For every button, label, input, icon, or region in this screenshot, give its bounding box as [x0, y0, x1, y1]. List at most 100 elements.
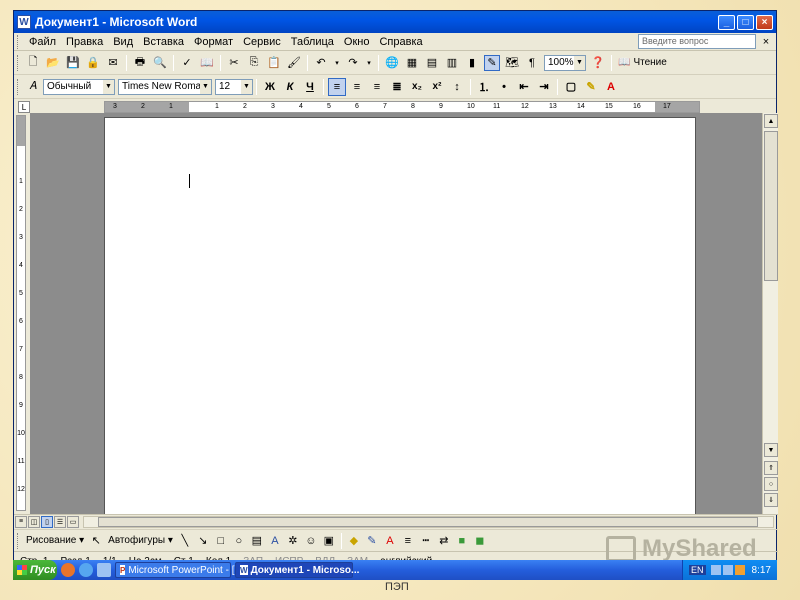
insert-excel-icon[interactable]: ▥ — [444, 55, 460, 71]
taskbar-powerpoint[interactable]: P Microsoft PowerPoint - [... — [115, 562, 243, 578]
arrow-tool-icon[interactable]: ↘ — [195, 533, 211, 549]
show-hide-icon[interactable]: ¶ — [524, 55, 540, 71]
select-objects-icon[interactable]: ↖ — [88, 533, 104, 549]
document-page[interactable] — [104, 117, 696, 514]
rectangle-tool-icon[interactable]: □ — [213, 533, 229, 549]
volume-icon[interactable] — [722, 565, 733, 575]
scroll-down-icon[interactable]: ▼ — [764, 443, 778, 457]
subscript-icon[interactable]: x₂ — [408, 78, 426, 96]
menu-grip[interactable] — [17, 34, 20, 49]
language-indicator[interactable]: EN — [689, 565, 706, 575]
justify-icon[interactable]: ≣ — [388, 78, 406, 96]
chevron-down-icon[interactable]: ▼ — [103, 79, 114, 94]
ask-question-input[interactable]: Введите вопрос — [638, 34, 756, 49]
network-icon[interactable] — [710, 565, 721, 575]
chevron-down-icon[interactable]: ▼ — [574, 55, 585, 70]
shadow-icon[interactable]: ■ — [454, 533, 470, 549]
arrow-style-icon[interactable]: ⇄ — [436, 533, 452, 549]
print-icon[interactable]: 🖶 — [132, 55, 148, 71]
insert-table-icon[interactable]: ▤ — [424, 55, 440, 71]
previous-page-icon[interactable]: ⇑ — [764, 461, 778, 475]
desktop-quicklaunch-icon[interactable] — [97, 563, 111, 577]
toolbar-grip[interactable] — [17, 78, 20, 95]
font-size-select[interactable]: 12 ▼ — [215, 78, 253, 95]
font-color-icon[interactable]: A — [602, 78, 620, 96]
highlight-icon[interactable]: ✎ — [582, 78, 600, 96]
research-icon[interactable]: 📖 — [199, 55, 215, 71]
paste-icon[interactable]: 📋 — [266, 55, 282, 71]
line-tool-icon[interactable]: ╲ — [177, 533, 193, 549]
maximize-button[interactable]: □ — [737, 14, 754, 30]
ie-quicklaunch-icon[interactable] — [79, 563, 93, 577]
next-page-icon[interactable]: ⇓ — [764, 493, 778, 507]
fill-color-icon[interactable]: ◆ — [346, 533, 362, 549]
line-color-icon[interactable]: ✎ — [364, 533, 380, 549]
dash-style-icon[interactable]: ┅ — [418, 533, 434, 549]
spelling-icon[interactable]: ✓ — [179, 55, 195, 71]
font-color-icon[interactable]: A — [382, 533, 398, 549]
line-style-icon[interactable]: ≡ — [400, 533, 416, 549]
horizontal-scrollbar[interactable] — [83, 515, 774, 528]
italic-button[interactable]: К — [281, 78, 299, 96]
permission-icon[interactable]: 🔒 — [85, 55, 101, 71]
reading-mode-button[interactable]: 📖 Чтение — [615, 57, 670, 68]
horizontal-scroll-thumb[interactable] — [98, 516, 758, 527]
superscript-icon[interactable]: x² — [428, 78, 446, 96]
underline-button[interactable]: Ч — [301, 78, 319, 96]
numbering-icon[interactable]: ⒈ — [475, 78, 493, 96]
undo-dropdown-icon[interactable]: ▾ — [333, 55, 341, 71]
menu-table[interactable]: Таблица — [286, 35, 339, 49]
align-right-icon[interactable]: ≡ — [368, 78, 386, 96]
start-button[interactable]: Пуск — [13, 560, 57, 580]
toolbar-grip[interactable] — [17, 532, 20, 549]
menu-edit[interactable]: Правка — [61, 35, 108, 49]
print-preview-icon[interactable]: 🔍 — [152, 55, 168, 71]
zoom-select[interactable]: 100% ▼ — [544, 54, 586, 71]
tab-selector[interactable]: L — [18, 101, 30, 113]
redo-dropdown-icon[interactable]: ▾ — [365, 55, 373, 71]
decrease-indent-icon[interactable]: ⇤ — [515, 78, 533, 96]
cut-icon[interactable]: ✂ — [226, 55, 242, 71]
chevron-down-icon[interactable]: ▼ — [241, 79, 252, 94]
menu-view[interactable]: Вид — [108, 35, 138, 49]
print-layout-icon[interactable]: ▯ — [41, 515, 53, 528]
word-app-icon[interactable]: W — [17, 15, 31, 29]
document-close-button[interactable]: × — [759, 36, 773, 48]
menu-window[interactable]: Окно — [339, 35, 375, 49]
line-spacing-icon[interactable]: ↕ — [448, 78, 466, 96]
increase-indent-icon[interactable]: ⇥ — [535, 78, 553, 96]
clipart-icon[interactable]: ☺ — [303, 533, 319, 549]
wordart-icon[interactable]: A — [267, 533, 283, 549]
redo-icon[interactable]: ↷ — [345, 55, 361, 71]
borders-icon[interactable]: ▢ — [562, 78, 580, 96]
taskbar-word[interactable]: W Документ1 - Microso... — [235, 562, 359, 578]
menu-help[interactable]: Справка — [374, 35, 427, 49]
picture-icon[interactable]: ▣ — [321, 533, 337, 549]
reading-view-icon[interactable]: ▭ — [67, 515, 79, 528]
align-left-icon[interactable]: ≡ — [328, 77, 346, 96]
undo-icon[interactable]: ↶ — [313, 55, 329, 71]
align-center-icon[interactable]: ≡ — [348, 78, 366, 96]
hyperlink-icon[interactable]: 🌐 — [384, 55, 400, 71]
oval-tool-icon[interactable]: ○ — [231, 533, 247, 549]
horizontal-ruler[interactable]: 3 2 1 1 2 3 4 5 6 7 8 9 10 11 12 13 14 1… — [104, 101, 700, 113]
vertical-ruler[interactable]: 1 2 3 4 5 6 7 8 9 10 11 12 — [14, 113, 30, 514]
toolbar-grip[interactable] — [17, 54, 20, 71]
normal-view-icon[interactable]: ≡ — [15, 515, 27, 528]
bullets-icon[interactable]: • — [495, 78, 513, 96]
scroll-up-icon[interactable]: ▲ — [764, 114, 778, 128]
drawing-menu-button[interactable]: Рисование ▾ — [23, 535, 87, 546]
vertical-scrollbar[interactable]: ▲ ▼ ⇑ ○ ⇓ — [762, 113, 778, 514]
textbox-icon[interactable]: ▤ — [249, 533, 265, 549]
diagram-icon[interactable]: ✲ — [285, 533, 301, 549]
save-icon[interactable]: 💾 — [65, 55, 81, 71]
menu-format[interactable]: Формат — [189, 35, 238, 49]
drawing-toggle-icon[interactable]: ✎ — [484, 54, 500, 71]
chevron-down-icon[interactable]: ▼ — [200, 79, 211, 94]
copy-icon[interactable]: ⎘ — [246, 55, 262, 71]
select-browse-object-icon[interactable]: ○ — [764, 477, 778, 491]
styles-pane-icon[interactable]: 𝐴 — [25, 79, 41, 95]
font-select[interactable]: Times New Roman ▼ — [118, 78, 212, 95]
3d-icon[interactable]: ◼ — [472, 533, 488, 549]
browser-quicklaunch-icon[interactable] — [61, 563, 75, 577]
